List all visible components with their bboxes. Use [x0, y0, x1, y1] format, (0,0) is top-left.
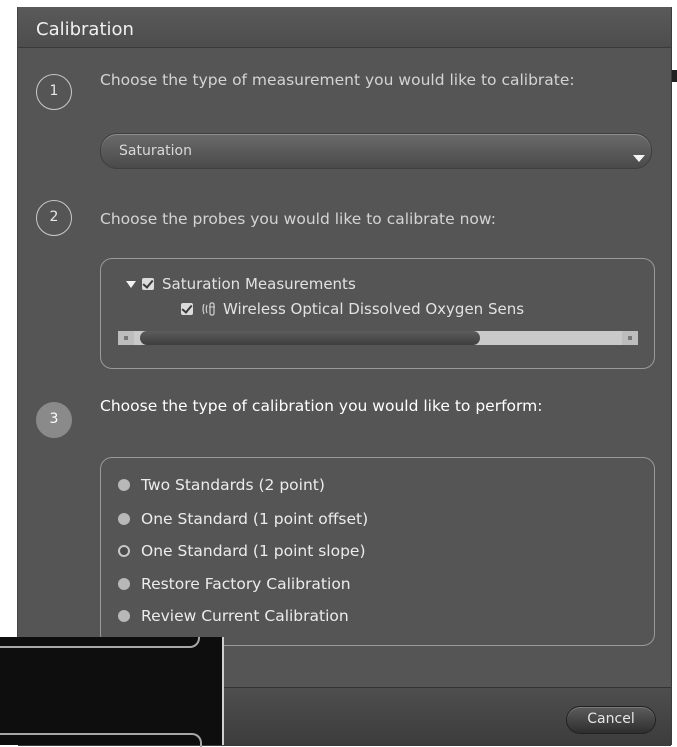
step-1-text: Choose the type of measurement you would…	[100, 71, 575, 89]
probes-tree-panel: Saturation Measurements Wireless Optical…	[100, 258, 655, 369]
option-label: Restore Factory Calibration	[141, 575, 351, 593]
probe-label: Wireless Optical Dissolved Oxygen Sens	[223, 300, 525, 318]
step-2-text: Choose the probes you would like to cali…	[100, 210, 496, 228]
saturation-group-checkbox[interactable]	[142, 278, 154, 290]
measurement-type-value: Saturation	[119, 143, 192, 159]
overlapping-window	[0, 637, 224, 747]
option-label: Two Standards (2 point)	[141, 476, 325, 494]
radio-one-standard-slope[interactable]	[118, 545, 130, 557]
background-strip	[672, 0, 677, 745]
calibration-dialog: Calibration 1 Choose the type of measure…	[17, 7, 672, 746]
scroll-right-button[interactable]	[622, 331, 638, 345]
saturation-group-label: Saturation Measurements	[162, 275, 356, 293]
window-divider	[0, 637, 200, 648]
expand-triangle-icon[interactable]	[126, 280, 136, 288]
step-3-indicator: 3	[36, 402, 72, 438]
radio-two-standards[interactable]	[118, 479, 130, 491]
tree-row-saturation-group[interactable]: Saturation Measurements	[126, 275, 356, 293]
title-bar[interactable]: Calibration	[18, 7, 671, 48]
radio-one-standard-offset[interactable]	[118, 513, 130, 525]
background-mark	[672, 70, 677, 82]
step-1-indicator: 1	[36, 74, 72, 110]
step-2-indicator: 2	[36, 200, 72, 236]
option-label: One Standard (1 point slope)	[141, 542, 366, 560]
option-label: One Standard (1 point offset)	[141, 510, 369, 528]
radio-review-current[interactable]	[118, 610, 130, 622]
horizontal-scrollbar[interactable]	[118, 331, 638, 345]
option-one-standard-offset[interactable]: One Standard (1 point offset)	[118, 510, 368, 528]
scroll-left-button[interactable]	[118, 331, 134, 345]
radio-restore-factory[interactable]	[118, 578, 130, 590]
calibration-options-panel: Two Standards (2 point) One Standard (1 …	[100, 457, 655, 646]
option-restore-factory[interactable]: Restore Factory Calibration	[118, 575, 351, 593]
chevron-down-icon	[633, 155, 645, 162]
scrollbar-thumb[interactable]	[140, 331, 480, 345]
option-review-current[interactable]: Review Current Calibration	[118, 607, 349, 625]
probe-checkbox[interactable]	[181, 303, 193, 315]
option-two-standards[interactable]: Two Standards (2 point)	[118, 476, 325, 494]
tree-row-probe[interactable]: Wireless Optical Dissolved Oxygen Sens	[181, 300, 524, 318]
dialog-title: Calibration	[36, 19, 134, 40]
cancel-button[interactable]: Cancel	[566, 706, 656, 734]
measurement-type-select[interactable]: Saturation	[100, 133, 652, 169]
option-label: Review Current Calibration	[141, 607, 349, 625]
option-one-standard-slope[interactable]: One Standard (1 point slope)	[118, 542, 366, 560]
step-3-text: Choose the type of calibration you would…	[100, 397, 543, 415]
wireless-sensor-icon	[202, 302, 215, 316]
